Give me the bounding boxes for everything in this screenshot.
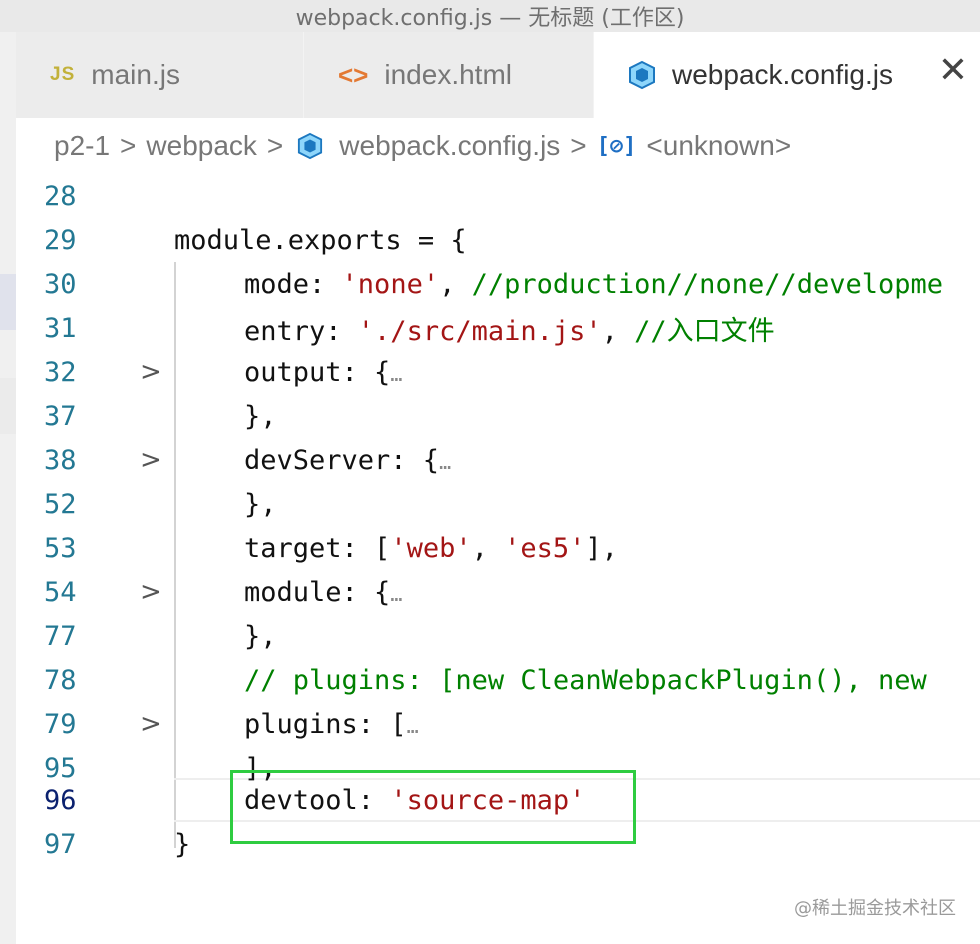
sidebar-selection xyxy=(0,274,16,330)
code-line[interactable]: 54 > module: {… xyxy=(16,570,980,614)
chevron-right-icon: > xyxy=(570,130,587,161)
code-text: entry: './src/main.js', //入口文件 xyxy=(244,309,775,348)
line-number: 37 xyxy=(44,400,77,432)
code-string: 'none' xyxy=(341,268,440,300)
code-text: devServer: {… xyxy=(244,445,451,476)
code-line[interactable]: 28 xyxy=(16,174,980,218)
tab-bar: JS main.js <> index.html webpack.config.… xyxy=(0,32,980,118)
code-line[interactable]: 79 > plugins: [… xyxy=(16,702,980,746)
code-text: target: ['web', 'es5'], xyxy=(244,533,618,564)
line-number: 54 xyxy=(44,576,77,608)
tab-label: index.html xyxy=(384,59,512,90)
code-punct: , xyxy=(471,532,505,564)
code-punct: ], xyxy=(585,532,618,564)
webpack-cube-icon xyxy=(628,60,656,90)
code-line[interactable]: 31 entry: './src/main.js', //入口文件 xyxy=(16,306,980,350)
code-punct: , xyxy=(601,315,635,347)
folded-ellipsis[interactable]: … xyxy=(407,714,419,738)
code-line[interactable]: 32 > output: {… xyxy=(16,350,980,394)
code-line[interactable]: 29 module.exports = { xyxy=(16,218,980,262)
line-number: 53 xyxy=(44,532,77,564)
code-key: module: { xyxy=(244,576,391,608)
line-number: 97 xyxy=(44,828,77,860)
breadcrumb: p2-1 > webpack > webpack.config.js > [⊘]… xyxy=(16,118,980,174)
line-number: 52 xyxy=(44,488,77,520)
code-editor[interactable]: 28 29 module.exports = { 30 mode: 'none'… xyxy=(16,174,980,944)
code-key: devServer: { xyxy=(244,444,440,476)
code-string: './src/main.js' xyxy=(357,315,602,347)
line-number: 77 xyxy=(44,620,77,652)
folded-ellipsis[interactable]: … xyxy=(390,582,402,606)
folded-ellipsis[interactable]: … xyxy=(390,362,402,386)
code-text: } xyxy=(174,828,191,860)
code-string: 'web' xyxy=(390,532,472,564)
breadcrumb-item-file[interactable]: webpack.config.js xyxy=(339,130,560,162)
webpack-cube-icon xyxy=(297,132,323,160)
tab-webpack-config[interactable]: webpack.config.js ✕ xyxy=(594,32,980,118)
code-text: }, xyxy=(244,400,277,432)
tab-label: webpack.config.js xyxy=(672,59,894,90)
chevron-right-icon[interactable]: > xyxy=(140,709,162,739)
code-line[interactable]: 37 }, xyxy=(16,394,980,438)
line-number: 32 xyxy=(44,356,77,388)
symbol-variable-icon: [⊘] xyxy=(596,133,637,159)
code-punct: , xyxy=(439,268,472,300)
watermark: @稀土掘金技术社区 xyxy=(794,898,956,919)
code-line[interactable]: 77 }, xyxy=(16,614,980,658)
code-text: output: {… xyxy=(244,357,402,388)
code-line[interactable]: 38 > devServer: {… xyxy=(16,438,980,482)
chevron-right-icon[interactable]: > xyxy=(140,577,162,607)
chevron-right-icon: > xyxy=(120,130,137,161)
code-key: output: { xyxy=(244,356,391,388)
sidebar-selection xyxy=(0,378,16,434)
code-key: mode: xyxy=(244,268,342,300)
line-number: 79 xyxy=(44,708,77,740)
code-line[interactable]: 53 target: ['web', 'es5'], xyxy=(16,526,980,570)
code-line[interactable]: 78 // plugins: [new CleanWebpackPlugin()… xyxy=(16,658,980,702)
close-icon[interactable]: ✕ xyxy=(938,50,968,91)
code-comment: //入口文件 xyxy=(634,315,775,347)
chevron-right-icon: > xyxy=(266,130,284,161)
tab-main-js[interactable]: JS main.js xyxy=(16,32,304,118)
code-text: module: {… xyxy=(244,577,402,608)
code-text: }, xyxy=(244,488,277,520)
breadcrumb-item-folder[interactable]: webpack xyxy=(146,130,257,162)
code-key: plugins: [ xyxy=(244,708,407,740)
breadcrumb-item-symbol[interactable]: <unknown> xyxy=(646,130,791,162)
code-text: module.exports = { xyxy=(174,224,467,256)
line-number: 38 xyxy=(44,444,77,476)
sidebar-edge xyxy=(0,174,16,944)
code-comment: //production//none//developme xyxy=(471,268,944,300)
code-text: }, xyxy=(244,620,277,652)
line-number: 31 xyxy=(44,312,77,344)
js-file-icon: JS xyxy=(50,64,76,85)
line-number: 30 xyxy=(44,268,77,300)
tab-label: main.js xyxy=(91,59,180,90)
line-number: 78 xyxy=(44,664,77,696)
chevron-right-icon[interactable]: > xyxy=(140,357,162,387)
breadcrumb-item-folder[interactable]: p2-1 xyxy=(54,130,110,162)
code-string: 'es5' xyxy=(504,532,586,564)
folded-ellipsis[interactable]: … xyxy=(439,450,451,474)
code-comment: // plugins: [new CleanWebpackPlugin(), n… xyxy=(244,664,927,696)
code-text: mode: 'none', //production//none//develo… xyxy=(244,269,943,300)
tab-index-html[interactable]: <> index.html xyxy=(304,32,594,118)
html-file-icon: <> xyxy=(338,59,369,90)
code-key: entry: xyxy=(244,315,358,347)
line-number: 96 xyxy=(44,784,77,816)
code-line[interactable]: 52 }, xyxy=(16,482,980,526)
code-key: target: [ xyxy=(244,532,391,564)
window-title: webpack.config.js — 无标题 (工作区) xyxy=(0,0,980,32)
line-number: 29 xyxy=(44,224,77,256)
chevron-right-icon[interactable]: > xyxy=(140,445,162,475)
annotation-highlight-box xyxy=(230,770,636,844)
line-number: 28 xyxy=(44,180,77,212)
code-text: plugins: [… xyxy=(244,709,419,740)
code-line[interactable]: 30 mode: 'none', //production//none//dev… xyxy=(16,262,980,306)
